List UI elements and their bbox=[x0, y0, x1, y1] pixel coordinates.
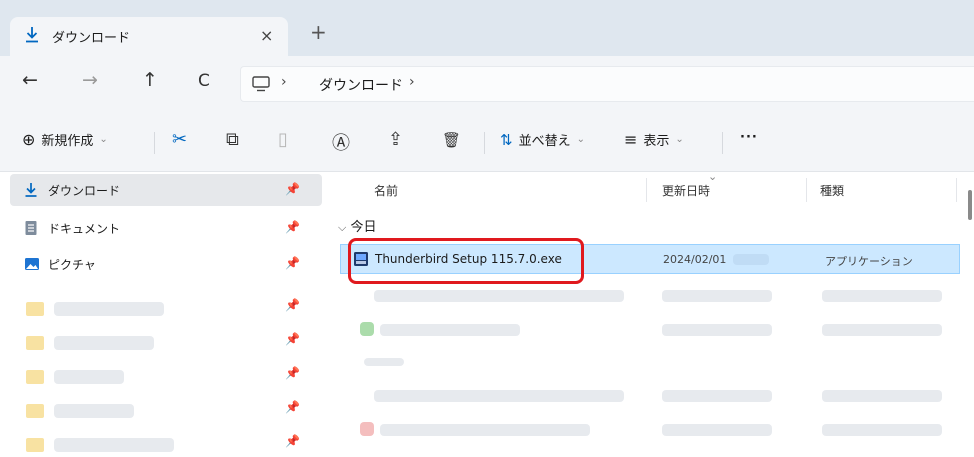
redacted-time bbox=[733, 254, 769, 265]
column-divider bbox=[806, 178, 807, 202]
computer-icon bbox=[251, 75, 271, 97]
share-icon[interactable]: ⇪ bbox=[388, 129, 403, 150]
breadcrumb-downloads[interactable]: ダウンロード bbox=[319, 75, 403, 95]
sidebar-item-documents[interactable]: ドキュメント 📌 bbox=[10, 212, 322, 244]
refresh-button[interactable]: C bbox=[198, 71, 210, 91]
folder-icon bbox=[26, 370, 44, 384]
redacted-file-icon bbox=[360, 322, 374, 336]
new-label: 新規作成 bbox=[41, 134, 94, 149]
picture-icon bbox=[24, 256, 40, 276]
redacted-row bbox=[662, 324, 772, 336]
folder-icon bbox=[26, 336, 44, 350]
redacted-row bbox=[662, 290, 772, 302]
redacted-row bbox=[380, 424, 590, 436]
redacted-label bbox=[54, 370, 124, 384]
chevron-down-icon: ⌄ bbox=[576, 134, 585, 145]
rename-icon[interactable]: Ⓐ bbox=[332, 129, 350, 155]
navigation-pane: ダウンロード 📌 ドキュメント 📌 ピクチャ 📌 📌 📌 📌 📌 📌 bbox=[0, 172, 330, 457]
file-type: アプリケーション bbox=[825, 255, 913, 268]
breadcrumb-separator-end[interactable]: › bbox=[409, 74, 415, 90]
file-modified: 2024/02/01 bbox=[663, 253, 727, 266]
column-divider bbox=[646, 178, 647, 202]
redacted-row bbox=[374, 290, 624, 302]
chevron-down-icon: ⌄ bbox=[99, 134, 108, 145]
redacted-row bbox=[822, 390, 942, 402]
annotation-highlight-box bbox=[348, 238, 584, 284]
address-row: ← → ↑ C › ダウンロード › bbox=[0, 56, 974, 112]
folder-icon bbox=[26, 404, 44, 418]
up-button[interactable]: ↑ bbox=[142, 69, 158, 91]
divider bbox=[484, 132, 485, 154]
redacted-label bbox=[54, 404, 134, 418]
file-list: 名前 更新日時 ⌄ 種類 ⌵ 今日 Thunderbird Setup 115.… bbox=[330, 170, 974, 457]
chevron-down-icon: ⌄ bbox=[708, 170, 718, 183]
sidebar-item-downloads[interactable]: ダウンロード 📌 bbox=[10, 174, 322, 206]
sidebar-item-pictures[interactable]: ピクチャ 📌 bbox=[10, 248, 322, 280]
pin-icon[interactable]: 📌 bbox=[285, 298, 300, 312]
document-icon bbox=[24, 220, 38, 240]
new-button[interactable]: ⊕ 新規作成 ⌄ bbox=[22, 130, 108, 149]
redacted-file-icon bbox=[360, 422, 374, 436]
folder-icon bbox=[26, 302, 44, 316]
chevron-down-icon: ⌵ bbox=[338, 221, 347, 234]
pin-icon[interactable]: 📌 bbox=[285, 256, 300, 270]
view-button[interactable]: ≡ 表示 ⌄ bbox=[624, 130, 684, 149]
copy-icon[interactable]: ⧉ bbox=[226, 129, 239, 150]
pin-icon[interactable]: 📌 bbox=[285, 366, 300, 380]
forward-button[interactable]: → bbox=[82, 69, 98, 91]
pin-icon[interactable]: 📌 bbox=[285, 434, 300, 448]
divider bbox=[722, 132, 723, 154]
redacted-row bbox=[380, 324, 520, 336]
address-bar[interactable]: › ダウンロード › bbox=[240, 66, 974, 102]
file-explorer-window: ダウンロード × + ← → ↑ C › ダウンロード › ⊕ 新規作成 ⌄ ✂… bbox=[0, 0, 974, 457]
pin-icon[interactable]: 📌 bbox=[285, 332, 300, 346]
more-options-button[interactable]: ··· bbox=[740, 130, 758, 145]
redacted-group bbox=[364, 358, 404, 366]
redacted-label bbox=[54, 336, 154, 350]
plus-circle-icon: ⊕ bbox=[22, 130, 36, 149]
redacted-row bbox=[822, 424, 942, 436]
close-tab-icon[interactable]: × bbox=[260, 26, 273, 45]
redacted-row bbox=[662, 390, 772, 402]
column-header-modified[interactable]: 更新日時 bbox=[662, 182, 710, 199]
tab-downloads[interactable]: ダウンロード × bbox=[10, 17, 288, 56]
sidebar-item-label: ダウンロード bbox=[48, 184, 121, 198]
sidebar-item-label: ピクチャ bbox=[48, 258, 96, 272]
pin-icon[interactable]: 📌 bbox=[285, 182, 300, 196]
new-tab-button[interactable]: + bbox=[310, 20, 327, 44]
breadcrumb-separator[interactable]: › bbox=[281, 74, 287, 90]
paste-icon[interactable]: ▯ bbox=[278, 129, 288, 150]
command-bar: ⊕ 新規作成 ⌄ ✂ ⧉ ▯ Ⓐ ⇪ 🗑 ⇅ 並べ替え ⌄ ≡ 表示 ⌄ ··· bbox=[0, 112, 974, 172]
group-label: 今日 bbox=[350, 220, 377, 235]
column-divider bbox=[956, 178, 957, 202]
sidebar-item-label: ドキュメント bbox=[48, 222, 121, 236]
group-header-today[interactable]: ⌵ 今日 bbox=[338, 216, 377, 235]
redacted-row bbox=[822, 290, 942, 302]
redacted-row bbox=[662, 424, 772, 436]
column-header-type[interactable]: 種類 bbox=[820, 182, 844, 199]
tab-strip: ダウンロード × + bbox=[0, 0, 974, 56]
redacted-row bbox=[822, 324, 942, 336]
download-icon bbox=[24, 26, 40, 48]
view-label: 表示 bbox=[643, 134, 670, 149]
column-header-name[interactable]: 名前 bbox=[374, 182, 398, 199]
redacted-label bbox=[54, 302, 164, 316]
redacted-label bbox=[54, 438, 174, 452]
cut-icon[interactable]: ✂ bbox=[172, 129, 187, 150]
chevron-down-icon: ⌄ bbox=[675, 134, 684, 145]
scrollbar-thumb[interactable] bbox=[968, 190, 972, 220]
back-button[interactable]: ← bbox=[22, 69, 38, 91]
tab-title: ダウンロード bbox=[52, 31, 131, 46]
redacted-row bbox=[374, 390, 624, 402]
download-icon bbox=[24, 182, 38, 202]
delete-icon[interactable]: 🗑 bbox=[442, 131, 461, 149]
view-icon: ≡ bbox=[624, 130, 638, 149]
divider bbox=[154, 132, 155, 154]
sort-icon: ⇅ bbox=[500, 130, 513, 149]
pin-icon[interactable]: 📌 bbox=[285, 400, 300, 414]
sort-button[interactable]: ⇅ 並べ替え ⌄ bbox=[500, 130, 585, 150]
pin-icon[interactable]: 📌 bbox=[285, 220, 300, 234]
folder-icon bbox=[26, 438, 44, 452]
sort-label: 並べ替え bbox=[518, 134, 571, 149]
